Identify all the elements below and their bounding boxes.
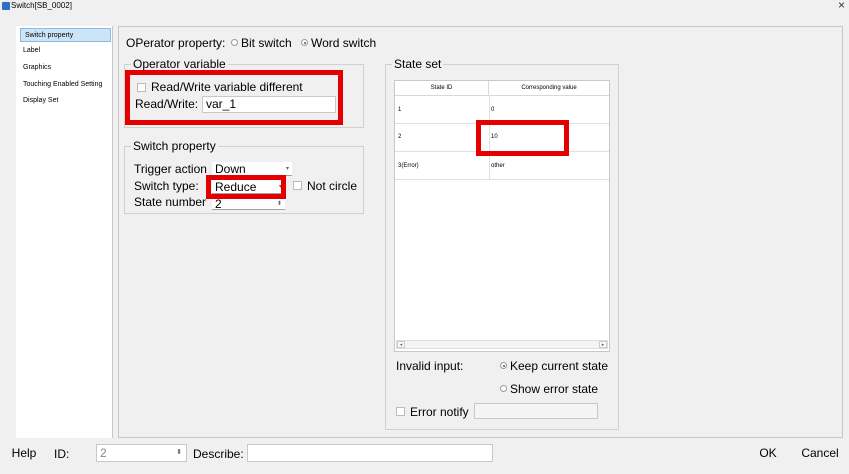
switch-property-title: Switch property: [131, 139, 218, 153]
operator-variable-title: Operator variable: [131, 57, 228, 71]
switch-type-select[interactable]: Reduce ▾: [212, 180, 285, 194]
close-icon[interactable]: ×: [838, 0, 845, 11]
switch-type-value: Reduce: [215, 180, 257, 194]
operator-property-label: OPerator property:: [126, 36, 226, 50]
error-notify-input[interactable]: [474, 403, 598, 419]
describe-input[interactable]: [247, 444, 493, 462]
not-circle-checkbox[interactable]: [293, 181, 302, 190]
nav-item-label[interactable]: Label: [19, 44, 115, 58]
table-cell-state-id: 2: [398, 134, 402, 140]
column-header-state-id: State ID: [395, 81, 489, 96]
chevron-down-icon: ▾: [278, 184, 282, 190]
row-divider: [395, 151, 609, 152]
switch-type-label: Switch type:: [134, 179, 199, 193]
scroll-left-icon[interactable]: ◂: [397, 341, 405, 348]
nav-item-display-set[interactable]: Display Set: [19, 94, 115, 108]
spin-icon: ⬍: [176, 449, 182, 456]
trigger-action-label: Trigger action: [134, 162, 207, 176]
id-value: 2: [100, 446, 107, 460]
nav-item-graphics[interactable]: Graphics: [19, 61, 115, 75]
word-switch-radio[interactable]: Word switch: [301, 36, 376, 50]
word-switch-label: Word switch: [311, 36, 377, 50]
state-number-label: State number: [134, 195, 207, 209]
describe-label: Describe:: [193, 447, 244, 461]
bit-switch-radio[interactable]: Bit switch: [231, 36, 292, 50]
table-cell-value[interactable]: 10: [491, 132, 498, 142]
chevron-down-icon: ▾: [285, 166, 289, 172]
rw-different-label: Read/Write variable different: [151, 80, 303, 94]
table-cell-state-id: 1: [398, 107, 402, 113]
id-label: ID:: [54, 447, 70, 461]
error-notify-label: Error notify: [410, 405, 469, 419]
app-icon: [2, 2, 10, 10]
not-circle-label: Not circle: [307, 179, 358, 193]
read-write-label: Read/Write:: [135, 97, 199, 111]
read-write-input[interactable]: var_1: [202, 96, 336, 113]
bit-switch-label: Bit switch: [241, 36, 292, 50]
show-error-state-label: Show error state: [510, 382, 599, 396]
column-header-corresponding-value: Corresponding value: [489, 81, 609, 96]
spin-icon: ⬍: [276, 201, 282, 207]
state-number-spinner[interactable]: 2 ⬍: [212, 197, 285, 211]
help-button[interactable]: Help: [6, 444, 42, 462]
state-table: State ID Corresponding value 1 0 2 10 3(…: [394, 80, 610, 352]
state-set-title: State set: [392, 57, 444, 71]
rw-different-checkbox[interactable]: [137, 83, 146, 92]
state-number-value: 2: [215, 197, 222, 211]
title-bar: Switch[SB_0002] ×: [0, 0, 849, 14]
radio-icon: [500, 385, 507, 392]
radio-icon: [231, 39, 238, 46]
table-cell-state-id: 3(Error): [398, 163, 419, 169]
cancel-button[interactable]: Cancel: [797, 444, 843, 462]
column-divider: [489, 96, 490, 180]
show-error-state-radio[interactable]: Show error state: [500, 382, 598, 396]
trigger-action-value: Down: [215, 162, 246, 176]
nav-item-touching-enabled[interactable]: Touching Enabled Setting: [19, 78, 115, 92]
table-cell-value[interactable]: other: [491, 161, 505, 171]
keep-current-state-label: Keep current state: [510, 359, 609, 373]
keep-current-state-radio[interactable]: Keep current state: [500, 359, 608, 373]
table-cell-value[interactable]: 0: [491, 105, 494, 115]
invalid-input-label: Invalid input:: [396, 359, 464, 373]
row-divider: [395, 123, 609, 124]
window-title: Switch[SB_0002]: [11, 1, 72, 10]
radio-selected-icon: [500, 362, 507, 369]
scroll-right-icon[interactable]: ▸: [599, 341, 607, 348]
ok-button[interactable]: OK: [752, 444, 784, 462]
radio-selected-icon: [301, 39, 308, 46]
trigger-action-select[interactable]: Down ▾: [212, 162, 292, 176]
nav-item-switch-property[interactable]: Switch property: [20, 28, 111, 42]
settings-nav: Switch property Label Graphics Touching …: [16, 26, 113, 438]
horizontal-scrollbar[interactable]: ◂ ▸: [396, 340, 608, 349]
error-notify-checkbox[interactable]: [396, 407, 405, 416]
id-spinner[interactable]: 2 ⬍: [96, 444, 187, 462]
row-divider: [395, 179, 609, 180]
